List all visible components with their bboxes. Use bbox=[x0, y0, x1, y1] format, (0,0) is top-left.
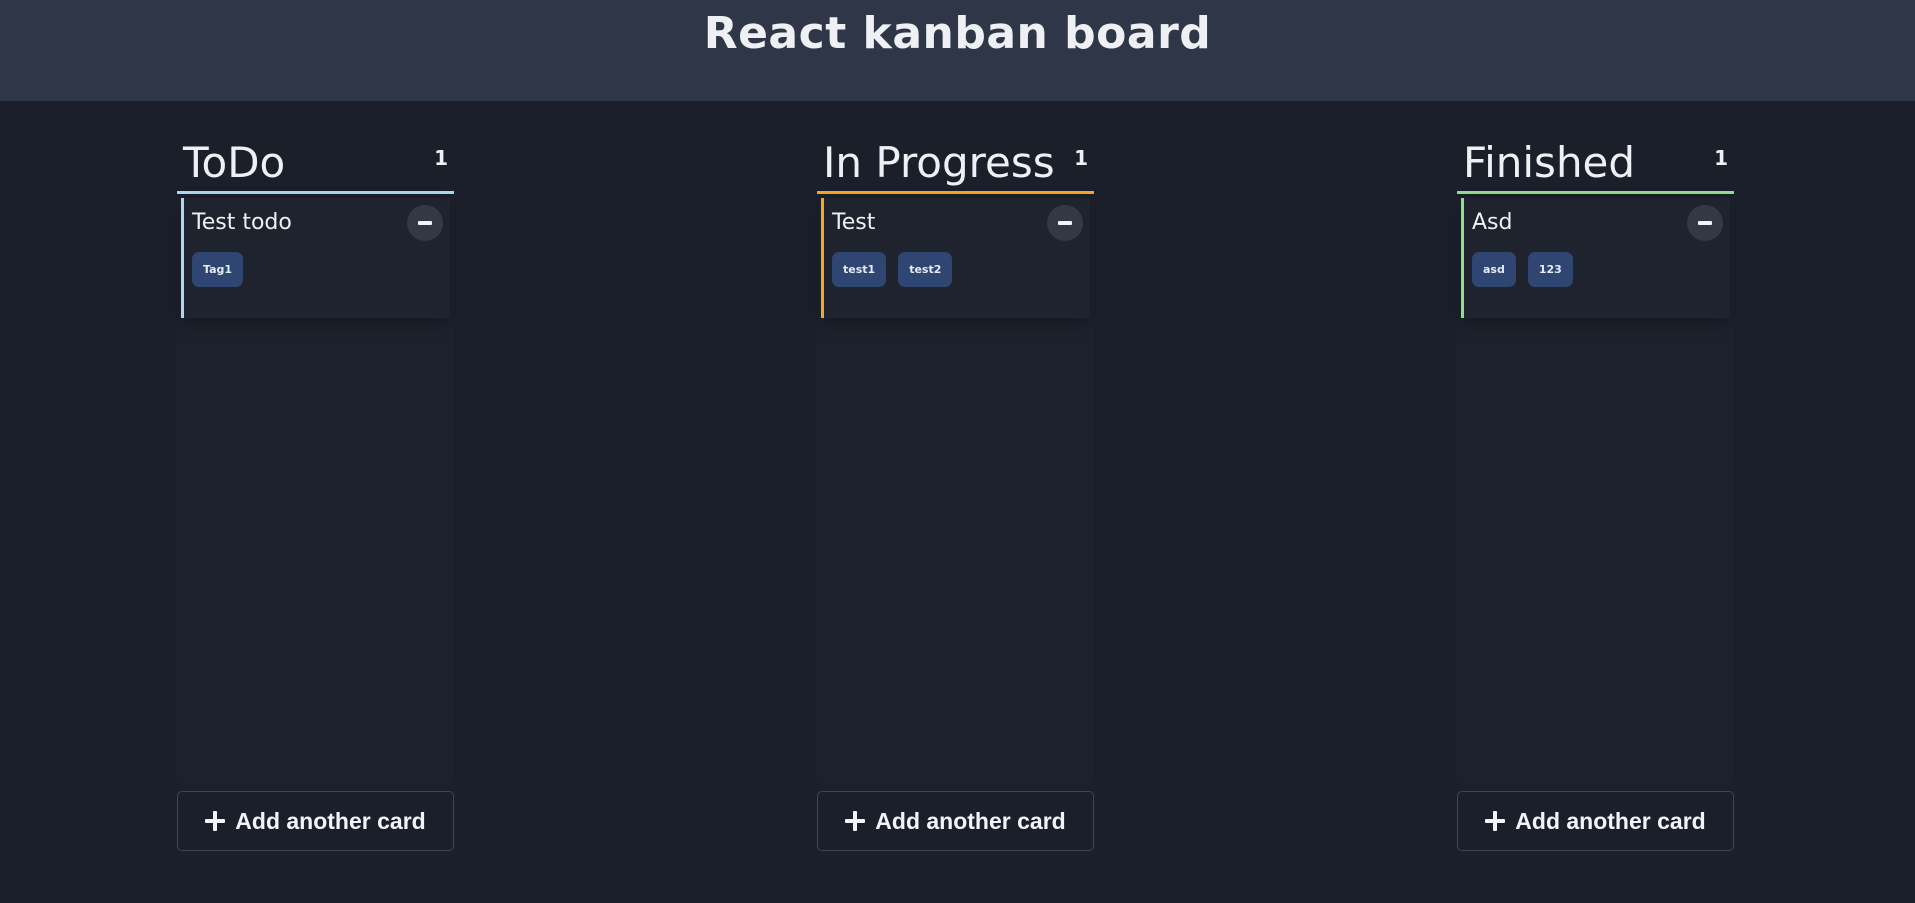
card-tags: asd 123 bbox=[1472, 252, 1573, 287]
column-finished: Finished 1 Asd asd 123 Add another card bbox=[1457, 134, 1734, 851]
plus-icon bbox=[845, 811, 866, 831]
minus-icon bbox=[1698, 221, 1712, 225]
card[interactable]: Test test1 test2 bbox=[821, 198, 1090, 318]
card-count: 1 bbox=[434, 146, 448, 170]
tag-badge: test1 bbox=[832, 252, 887, 287]
column-todo: ToDo 1 Test todo Tag1 Add another card bbox=[177, 134, 454, 851]
add-card-button[interactable]: Add another card bbox=[1457, 791, 1734, 851]
tag-badge: Tag1 bbox=[192, 252, 244, 287]
column-dropzone[interactable]: Asd asd 123 bbox=[1457, 198, 1734, 783]
minus-icon bbox=[418, 221, 432, 225]
card-tags: Tag1 bbox=[192, 252, 244, 287]
card-title: Test bbox=[832, 210, 876, 235]
page-title: React kanban board bbox=[703, 8, 1212, 59]
app-header: React kanban board bbox=[0, 0, 1915, 101]
add-card-button[interactable]: Add another card bbox=[177, 791, 454, 851]
card[interactable]: Asd asd 123 bbox=[1461, 198, 1730, 318]
plus-icon bbox=[1485, 811, 1506, 831]
column-title: ToDo bbox=[183, 138, 286, 187]
tag-badge: asd bbox=[1472, 252, 1516, 287]
add-card-label: Add another card bbox=[235, 807, 426, 834]
add-card-label: Add another card bbox=[1515, 807, 1706, 834]
column-header: ToDo 1 bbox=[177, 134, 454, 194]
column-dropzone[interactable]: Test todo Tag1 bbox=[177, 198, 454, 783]
kanban-board: ToDo 1 Test todo Tag1 Add another card I… bbox=[0, 101, 1915, 903]
remove-card-button[interactable] bbox=[1047, 205, 1083, 241]
minus-icon bbox=[1058, 221, 1072, 225]
remove-card-button[interactable] bbox=[1687, 205, 1723, 241]
card[interactable]: Test todo Tag1 bbox=[181, 198, 450, 318]
card-count: 1 bbox=[1074, 146, 1088, 170]
column-in-progress: In Progress 1 Test test1 test2 Add anoth… bbox=[817, 134, 1094, 851]
plus-icon bbox=[205, 811, 226, 831]
column-title: Finished bbox=[1463, 138, 1636, 187]
card-count: 1 bbox=[1714, 146, 1728, 170]
column-header: In Progress 1 bbox=[817, 134, 1094, 194]
column-dropzone[interactable]: Test test1 test2 bbox=[817, 198, 1094, 783]
add-card-label: Add another card bbox=[875, 807, 1066, 834]
tag-badge: 123 bbox=[1527, 252, 1573, 287]
card-tags: test1 test2 bbox=[832, 252, 953, 287]
card-title: Asd bbox=[1472, 210, 1513, 235]
card-title: Test todo bbox=[192, 210, 292, 235]
tag-badge: test2 bbox=[898, 252, 953, 287]
column-title: In Progress bbox=[823, 138, 1055, 187]
column-header: Finished 1 bbox=[1457, 134, 1734, 194]
add-card-button[interactable]: Add another card bbox=[817, 791, 1094, 851]
remove-card-button[interactable] bbox=[407, 205, 443, 241]
